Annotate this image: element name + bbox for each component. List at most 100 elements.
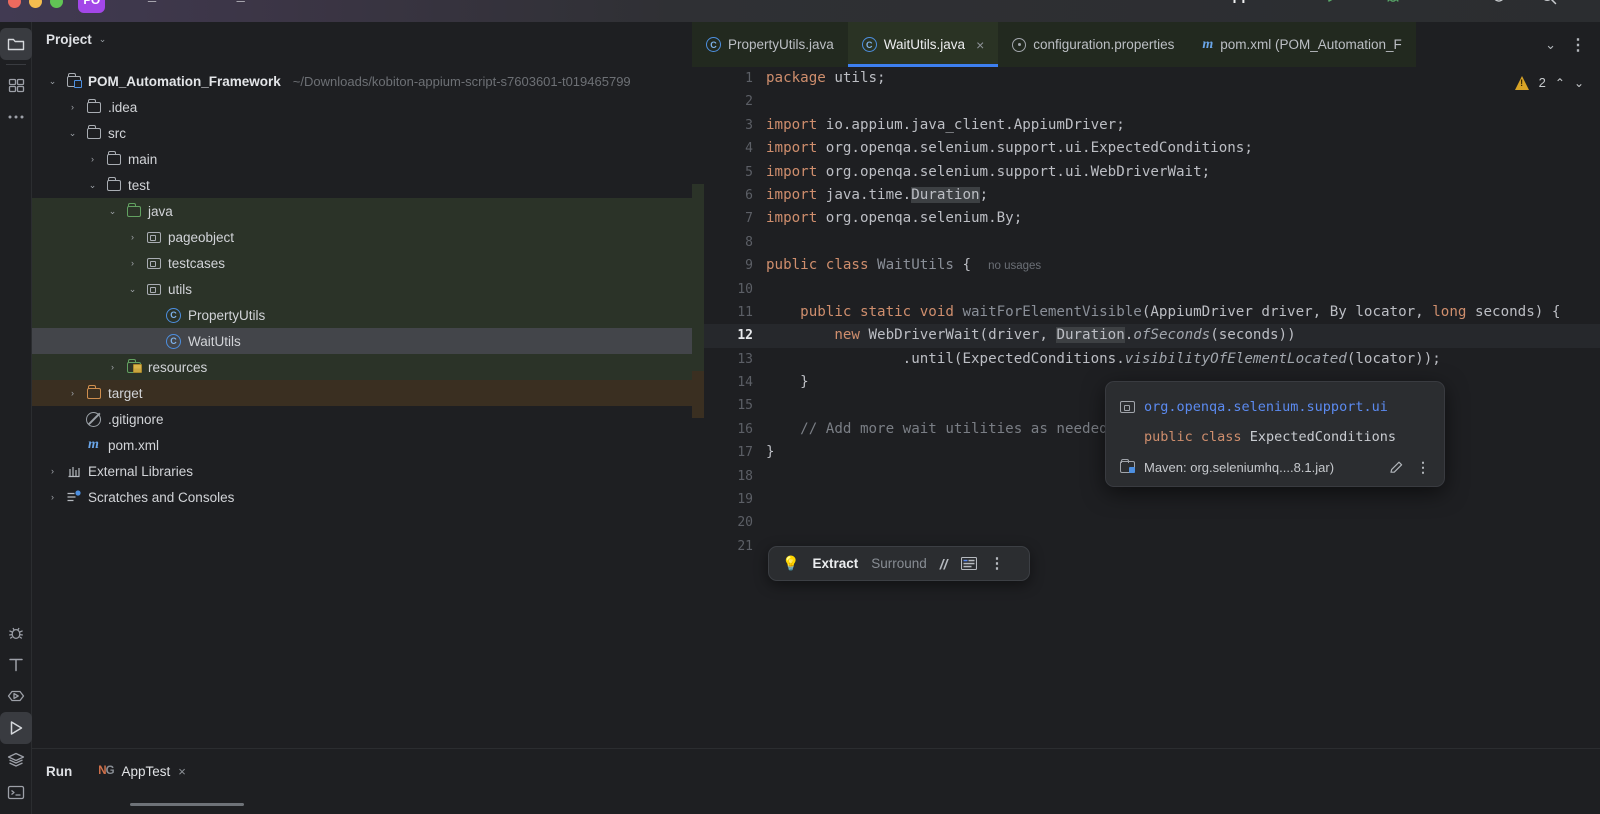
tree-node[interactable]: ›CPropertyUtils <box>32 302 692 328</box>
chevron-right-icon[interactable]: › <box>66 102 79 112</box>
code-line[interactable]: import org.openqa.selenium.support.ui.We… <box>762 161 1600 184</box>
close-run-tab-icon[interactable]: × <box>178 764 186 779</box>
next-problem-icon[interactable]: ⌄ <box>1574 76 1584 90</box>
editor-tab-label: pom.xml (POM_Automation_F <box>1220 37 1402 52</box>
intention-bulb-icon[interactable]: 💡 <box>782 555 799 572</box>
sidebar-item-build[interactable] <box>0 648 32 680</box>
editor-tab-label: configuration.properties <box>1033 37 1175 52</box>
sidebar-item-terminal[interactable] <box>0 776 32 808</box>
more-actions-icon[interactable]: ⋯ <box>1428 0 1443 6</box>
tab-list-chevron[interactable]: ⌄ <box>1545 37 1556 53</box>
project-name-label[interactable]: POM_Automation_Framework <box>115 0 322 4</box>
tree-node[interactable]: ⌄ java <box>32 198 692 224</box>
tree-node[interactable]: ›.gitignore <box>32 406 692 432</box>
code-line[interactable] <box>762 488 1600 511</box>
chevron-down-icon[interactable]: ⌄ <box>106 206 119 217</box>
version-control-menu[interactable]: Version Control <box>347 0 455 4</box>
code-line[interactable]: import java.time.Duration; <box>762 184 1600 207</box>
run-configuration-chevron-down-icon[interactable]: ⌄ <box>1296 0 1304 3</box>
tree-node[interactable]: › .idea <box>32 94 692 120</box>
comment-slashes-icon[interactable]: // <box>940 556 948 572</box>
extract-button[interactable]: Extract <box>812 556 858 571</box>
close-tab-icon[interactable]: × <box>976 37 984 53</box>
code-line[interactable]: import io.appium.java_client.AppiumDrive… <box>762 114 1600 137</box>
chevron-right-icon[interactable]: › <box>86 154 99 164</box>
code-line[interactable]: .until(ExpectedConditions.visibilityOfEl… <box>762 348 1600 371</box>
tree-node[interactable]: ›mpom.xml <box>32 432 692 458</box>
doc-popup-actions[interactable]: ⋮ <box>1389 459 1430 476</box>
chevron-down-icon[interactable]: ⌄ <box>126 284 139 295</box>
code-line[interactable]: new WebDriverWait(driver, Duration.ofSec… <box>762 324 1600 348</box>
inspection-widget[interactable]: 2 ⌃ ⌄ <box>1514 75 1584 90</box>
minimize-window-button[interactable] <box>29 0 42 8</box>
tree-node[interactable]: ›CWaitUtils <box>32 328 692 354</box>
tab-options-kebab[interactable]: ⋮ <box>1570 35 1586 55</box>
tree-node[interactable]: › target <box>32 380 692 406</box>
project-panel-chevron-down-icon[interactable]: ⌄ <box>99 34 107 45</box>
edit-source-pencil-icon[interactable] <box>1389 460 1404 475</box>
maximize-window-button[interactable] <box>50 0 63 8</box>
code-line[interactable] <box>762 278 1600 301</box>
surround-button[interactable]: Surround <box>871 556 927 571</box>
sidebar-item-run[interactable] <box>0 712 32 744</box>
search-icon[interactable] <box>1540 0 1557 5</box>
editor-tab[interactable]: C PropertyUtils.java <box>692 22 848 67</box>
run-button[interactable] <box>1325 0 1341 4</box>
sidebar-item-run-coverage[interactable] <box>0 680 32 712</box>
reformat-list-icon[interactable] <box>960 557 977 570</box>
previous-problem-icon[interactable]: ⌃ <box>1555 76 1565 90</box>
extract-more-icon[interactable]: ⋮ <box>990 556 1005 571</box>
window-controls[interactable] <box>8 0 63 8</box>
sidebar-item-project[interactable] <box>0 28 32 60</box>
extract-floating-toolbar[interactable]: 💡 Extract Surround // ⋮ <box>768 546 1030 581</box>
tree-node[interactable]: ⌄ utils <box>32 276 692 302</box>
code-line[interactable] <box>762 231 1600 254</box>
tree-node[interactable]: › pageobject <box>32 224 692 250</box>
tree-node[interactable]: › External Libraries <box>32 458 692 484</box>
code-line[interactable]: import org.openqa.selenium.By; <box>762 207 1600 230</box>
chevron-right-icon[interactable]: › <box>46 492 59 502</box>
code-line[interactable]: package utils; <box>762 67 1600 90</box>
code-line[interactable]: public class WaitUtils { no usages <box>762 254 1600 277</box>
editor-tab[interactable]: C WaitUtils.java × <box>847 22 999 67</box>
sidebar-item-more[interactable] <box>0 101 32 133</box>
chevron-down-icon[interactable]: ⌄ <box>86 180 99 191</box>
tree-node[interactable]: › resources <box>32 354 692 380</box>
sidebar-item-commit[interactable] <box>0 69 32 101</box>
sidebar-item-services[interactable] <box>0 744 32 776</box>
doc-popup-more-icon[interactable]: ⋮ <box>1416 459 1430 476</box>
editor-tab-bar[interactable]: C PropertyUtils.java C WaitUtils.java × confi… <box>692 22 1600 67</box>
updates-icon[interactable] <box>1490 0 1508 4</box>
code-line[interactable]: import org.openqa.selenium.support.ui.Ex… <box>762 137 1600 160</box>
chevron-down-icon[interactable]: ⌄ <box>46 76 59 87</box>
version-control-chevron-down-icon[interactable]: ⌄ <box>458 0 466 3</box>
run-configuration-selector[interactable]: AppTest <box>1222 0 1279 4</box>
tree-node[interactable]: ⌄ src <box>32 120 692 146</box>
documentation-popup[interactable]: org.openqa.selenium.support.ui public cl… <box>1105 381 1445 487</box>
run-tab-apptest[interactable]: NG AppTest × <box>92 749 192 793</box>
chevron-right-icon[interactable]: › <box>106 362 119 372</box>
tree-node[interactable]: › Scratches and Consoles <box>32 484 692 510</box>
chevron-right-icon[interactable]: › <box>66 388 79 398</box>
code-line[interactable] <box>762 90 1600 113</box>
chevron-right-icon[interactable]: › <box>126 232 139 242</box>
chevron-down-icon[interactable]: ⌄ <box>66 128 79 139</box>
code-line[interactable] <box>762 511 1600 534</box>
editor-tab[interactable]: m pom.xml (POM_Automation_F <box>1188 22 1416 67</box>
chevron-right-icon[interactable]: › <box>46 466 59 476</box>
doc-package-name[interactable]: org.openqa.selenium.support.ui <box>1144 399 1388 415</box>
tree-node[interactable]: › main <box>32 146 692 172</box>
project-chevron-down-icon[interactable]: ⌄ <box>318 0 326 3</box>
project-tree[interactable]: ⌄ POM_Automation_Framework ~/Downloads/kob… <box>32 56 692 510</box>
tree-node[interactable]: › testcases <box>32 250 692 276</box>
tree-node[interactable]: ⌄ test <box>32 172 692 198</box>
chevron-right-icon[interactable]: › <box>126 258 139 268</box>
editor-tab-actions[interactable]: ⌄ ⋮ <box>1545 22 1600 67</box>
sidebar-item-debug[interactable] <box>0 616 32 648</box>
close-window-button[interactable] <box>8 0 21 8</box>
debug-button[interactable] <box>1385 0 1401 4</box>
code-line[interactable]: public static void waitForElementVisible… <box>762 301 1600 324</box>
tree-node[interactable]: ⌄ POM_Automation_Framework ~/Downloads/kob… <box>32 68 692 94</box>
tree-node-label: pom.xml <box>108 437 160 453</box>
editor-tab[interactable]: configuration.properties <box>998 22 1189 67</box>
